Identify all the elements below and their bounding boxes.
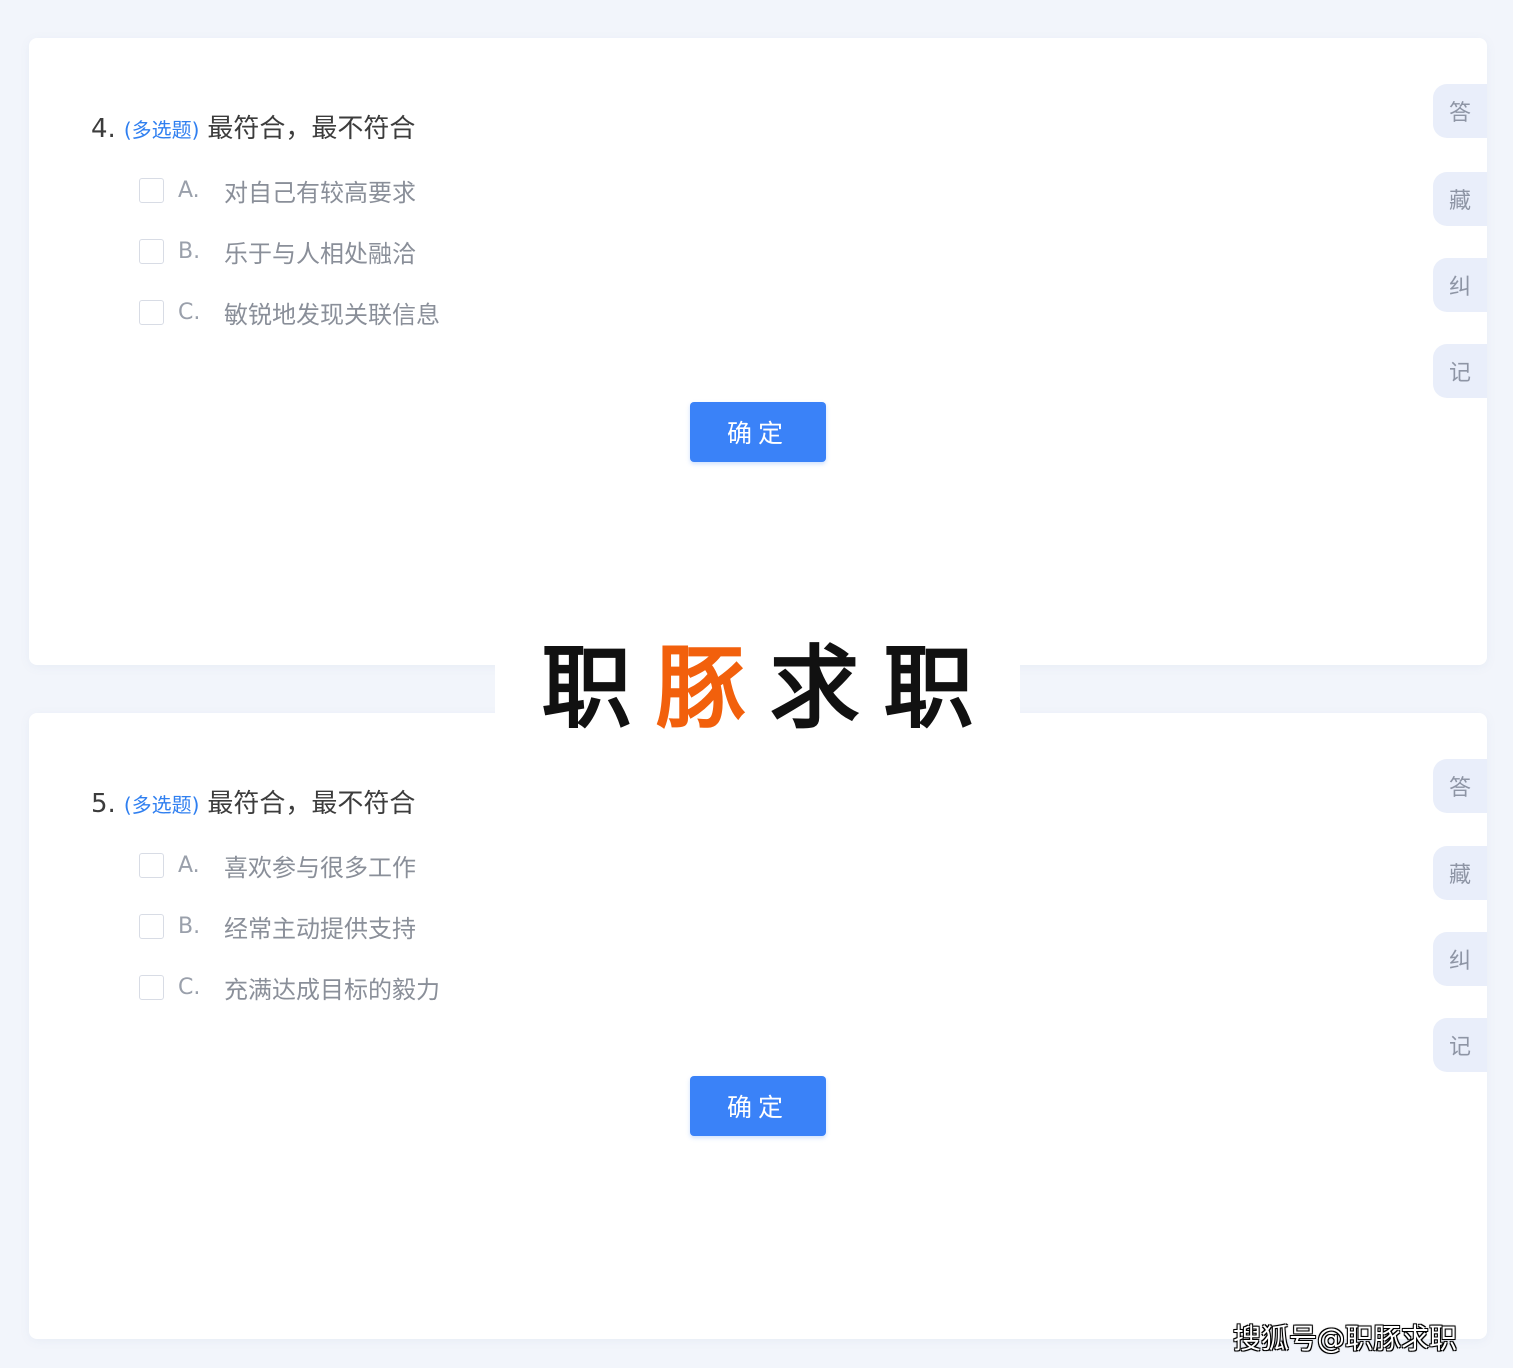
option-letter: B.: [178, 238, 201, 264]
side-tab-answer[interactable]: 答: [1433, 759, 1487, 813]
confirm-button[interactable]: 确定: [690, 1076, 826, 1136]
question-title: 4. (多选题) 最符合，最不符合: [91, 108, 415, 145]
watermark-logo: 职 豚 求 职: [495, 636, 1020, 741]
question-number: 5.: [91, 789, 116, 819]
question-type-label: (多选题): [123, 793, 200, 817]
question-number: 4.: [91, 114, 116, 144]
option-a[interactable]: A. 喜欢参与很多工作: [139, 850, 416, 882]
question-card-5: 5. (多选题) 最符合，最不符合 A. 喜欢参与很多工作 B. 经常主动提供支…: [29, 713, 1487, 1339]
option-text: 乐于与人相处融洽: [224, 239, 416, 268]
option-a-checkbox[interactable]: [139, 852, 164, 878]
confirm-button[interactable]: 确定: [690, 402, 826, 462]
source-credit: 搜狐号@职豚求职: [1233, 1322, 1458, 1355]
option-b-checkbox[interactable]: [139, 913, 164, 939]
option-text: 对自己有较高要求: [224, 178, 416, 207]
side-tab-notes[interactable]: 记: [1433, 1018, 1487, 1072]
option-b[interactable]: B. 乐于与人相处融洽: [139, 236, 416, 268]
option-b-checkbox[interactable]: [139, 238, 164, 264]
option-text: 经常主动提供支持: [224, 914, 416, 943]
question-title: 5. (多选题) 最符合，最不符合: [91, 783, 415, 820]
option-c[interactable]: C. 充满达成目标的毅力: [139, 972, 440, 1004]
side-tab-favorite[interactable]: 藏: [1433, 172, 1487, 226]
question-text: 最符合，最不符合: [207, 114, 416, 144]
option-text: 喜欢参与很多工作: [224, 853, 416, 882]
watermark-char-accent: 豚: [655, 636, 746, 741]
option-letter: C.: [178, 974, 201, 1000]
option-letter: A.: [178, 852, 200, 878]
question-card-4: 4. (多选题) 最符合，最不符合 A. 对自己有较高要求 B. 乐于与人相处融…: [29, 38, 1487, 665]
option-letter: B.: [178, 913, 201, 939]
watermark-char: 职: [883, 636, 974, 741]
option-text: 敏锐地发现关联信息: [224, 300, 440, 329]
option-b[interactable]: B. 经常主动提供支持: [139, 911, 416, 943]
question-text: 最符合，最不符合: [207, 789, 416, 819]
question-type-label: (多选题): [123, 118, 200, 142]
side-tab-favorite[interactable]: 藏: [1433, 846, 1487, 900]
side-tab-report-error[interactable]: 纠: [1433, 932, 1487, 986]
side-tab-notes[interactable]: 记: [1433, 344, 1487, 398]
option-text: 充满达成目标的毅力: [224, 975, 440, 1004]
option-c-checkbox[interactable]: [139, 974, 164, 1000]
side-tab-report-error[interactable]: 纠: [1433, 258, 1487, 312]
option-letter: A.: [178, 177, 200, 203]
option-letter: C.: [178, 299, 201, 325]
side-tab-answer[interactable]: 答: [1433, 84, 1487, 138]
option-c[interactable]: C. 敏锐地发现关联信息: [139, 297, 440, 329]
option-c-checkbox[interactable]: [139, 299, 164, 325]
watermark-char: 职: [541, 636, 632, 741]
option-a[interactable]: A. 对自己有较高要求: [139, 175, 416, 207]
option-a-checkbox[interactable]: [139, 177, 164, 203]
watermark-char: 求: [769, 636, 860, 741]
